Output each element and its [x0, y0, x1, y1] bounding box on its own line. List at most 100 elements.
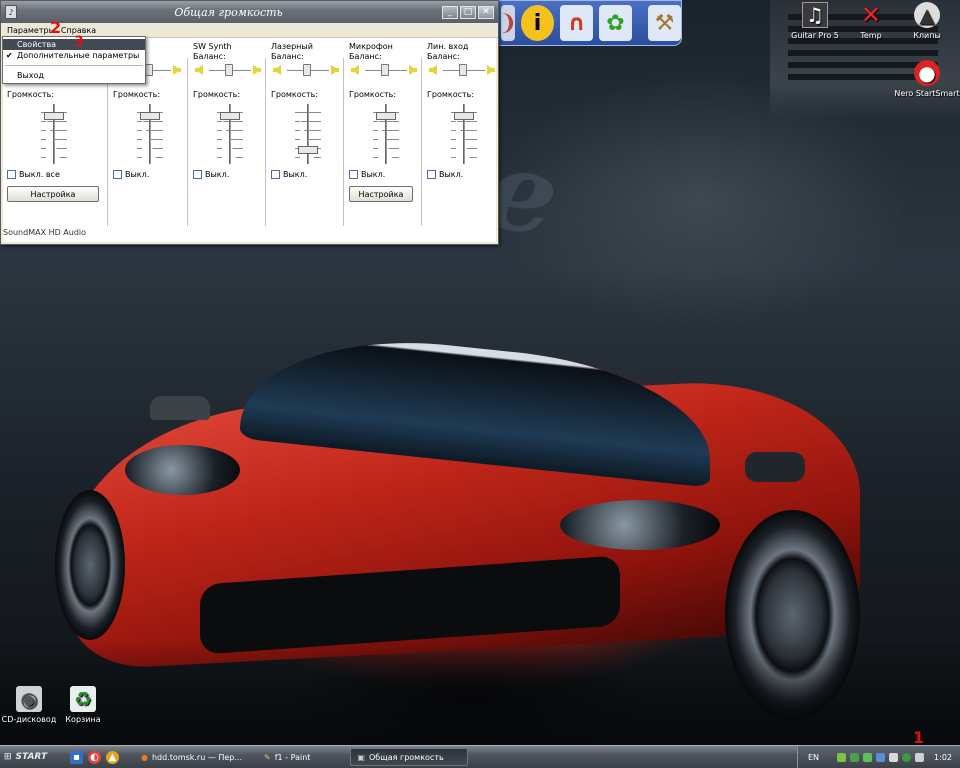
- volume-thumb[interactable]: [298, 146, 318, 154]
- volume-slider[interactable]: [217, 104, 243, 166]
- flower-icon[interactable]: ✿: [599, 5, 632, 41]
- speaker-left-icon: [195, 65, 203, 75]
- taskbar-item-paint[interactable]: ✎ f1 - Paint: [258, 748, 316, 766]
- taskbar-item-volume[interactable]: ▣ Общая громкость: [350, 748, 469, 766]
- speaker-left-icon: [429, 65, 437, 75]
- menu-separator: [5, 65, 143, 66]
- cd-drive-icon: ◉: [16, 686, 42, 712]
- monitor-icon[interactable]: [876, 752, 886, 762]
- checkbox-label: Выкл.: [361, 170, 386, 179]
- volume-icon[interactable]: [915, 752, 925, 762]
- sync-icon[interactable]: [863, 752, 873, 762]
- balance-label: Баланс:: [349, 52, 382, 61]
- balance-thumb[interactable]: [225, 64, 233, 76]
- start-label: START: [15, 752, 48, 762]
- volume-slider[interactable]: [137, 104, 163, 166]
- balance-thumb[interactable]: [381, 64, 389, 76]
- taskbar-item-browser[interactable]: ● hdd.tomsk.ru — Пер...: [135, 748, 248, 766]
- speaker-right-icon: [331, 65, 339, 75]
- tools-icon[interactable]: ⚒: [648, 5, 681, 41]
- checkbox-box[interactable]: [271, 170, 280, 179]
- firefox-icon: ●: [141, 752, 148, 762]
- volume-thumb[interactable]: [140, 112, 160, 120]
- volume-slider[interactable]: [41, 104, 67, 166]
- balance-slider[interactable]: [273, 62, 343, 78]
- title-bar[interactable]: ♪ Общая громкость _ □ ✕: [1, 1, 498, 23]
- app-icon[interactable]: ▲: [106, 750, 119, 764]
- checkbox-label: Выкл. все: [19, 170, 60, 179]
- desktop-icon-label: Корзина: [65, 715, 101, 724]
- desktop-icon-label: Клипы: [913, 31, 941, 40]
- balance-label: Баланс:: [271, 52, 304, 61]
- close-button[interactable]: ✕: [478, 5, 494, 19]
- desktop-icon-trash[interactable]: ♻ Корзина: [48, 686, 118, 724]
- volume-track: [307, 104, 309, 164]
- checkbox-label: Выкл.: [125, 170, 150, 179]
- mute-all-checkbox[interactable]: Выкл. все: [7, 170, 60, 179]
- volume-label: Громкость:: [193, 90, 241, 99]
- balance-slider[interactable]: [351, 62, 421, 78]
- menu-item-label: Дополнительные параметры: [17, 51, 140, 60]
- menu-item-advanced[interactable]: ✔ Дополнительные параметры: [3, 50, 145, 61]
- volume-thumb[interactable]: [220, 112, 240, 120]
- volume-thumb[interactable]: [376, 112, 396, 120]
- clock: 1:02: [934, 752, 952, 762]
- volume-thumb[interactable]: [454, 112, 474, 120]
- task-label: f1 - Paint: [274, 752, 311, 762]
- volume-slider[interactable]: [451, 104, 477, 166]
- speaker-right-icon: [173, 65, 181, 75]
- balance-label: Баланс:: [193, 52, 226, 61]
- icq-icon[interactable]: [902, 752, 912, 762]
- desktop-icon-clips[interactable]: ▲ Клипы: [892, 2, 960, 40]
- save-icon[interactable]: ▪: [70, 750, 83, 764]
- network-icon[interactable]: [837, 752, 847, 762]
- mute-checkbox[interactable]: Выкл.: [427, 170, 463, 179]
- system-tray: EN 1:02: [796, 746, 960, 768]
- annotation-three: 3: [74, 34, 84, 50]
- wallpaper-car-wheel: [55, 490, 125, 640]
- volume-slider[interactable]: [373, 104, 399, 166]
- speaker-icon: ♪: [5, 5, 17, 19]
- checkbox-label: Выкл.: [439, 170, 464, 179]
- info-icon[interactable]: i: [521, 5, 554, 41]
- settings-button[interactable]: Настройка: [349, 186, 413, 202]
- checkbox-box[interactable]: [193, 170, 202, 179]
- balance-slider[interactable]: [195, 62, 265, 78]
- shield-icon[interactable]: [850, 752, 860, 762]
- browser-icon[interactable]: ◐: [88, 750, 101, 764]
- checkbox-box[interactable]: [427, 170, 436, 179]
- mute-checkbox[interactable]: Выкл.: [271, 170, 307, 179]
- volume-thumb[interactable]: [44, 112, 64, 120]
- checkbox-box[interactable]: [113, 170, 122, 179]
- menu-item-label: Выход: [17, 71, 44, 80]
- close-icon: ✕: [860, 1, 882, 29]
- balance-thumb[interactable]: [145, 64, 153, 76]
- quick-launch: ▪ ◐ ▲: [64, 750, 125, 764]
- mute-checkbox[interactable]: Выкл.: [349, 170, 385, 179]
- guitar-icon: ♫: [802, 2, 828, 28]
- settings-button[interactable]: Настройка: [7, 186, 99, 202]
- wallpaper-car-headlight: [125, 445, 240, 495]
- start-button[interactable]: ⊞ START: [0, 747, 64, 768]
- balance-thumb[interactable]: [303, 64, 311, 76]
- balance-slider[interactable]: [429, 62, 499, 78]
- magnet-icon[interactable]: ∩: [560, 5, 593, 41]
- desktop-icon-nero[interactable]: ● Nero StartSmart: [892, 60, 960, 98]
- usb-icon[interactable]: [889, 752, 899, 762]
- desktop-icon-label: Temp: [860, 31, 882, 40]
- minimize-button[interactable]: _: [442, 5, 458, 19]
- wallpaper-car-headlight: [560, 500, 720, 550]
- volume-slider[interactable]: [295, 104, 321, 166]
- balance-thumb[interactable]: [459, 64, 467, 76]
- mute-checkbox[interactable]: Выкл.: [113, 170, 149, 179]
- checkbox-box[interactable]: [349, 170, 358, 179]
- language-indicator[interactable]: EN: [808, 753, 819, 762]
- speaker-right-icon: [487, 65, 495, 75]
- partial-icon[interactable]: ❩: [499, 5, 517, 41]
- checkbox-box[interactable]: [7, 170, 16, 179]
- volume-label: Громкость:: [7, 90, 55, 99]
- mute-checkbox[interactable]: Выкл.: [193, 170, 229, 179]
- desktop-icon-label: Nero StartSmart: [894, 89, 960, 98]
- maximize-button[interactable]: □: [460, 5, 476, 19]
- menu-item-exit[interactable]: Выход: [3, 70, 145, 81]
